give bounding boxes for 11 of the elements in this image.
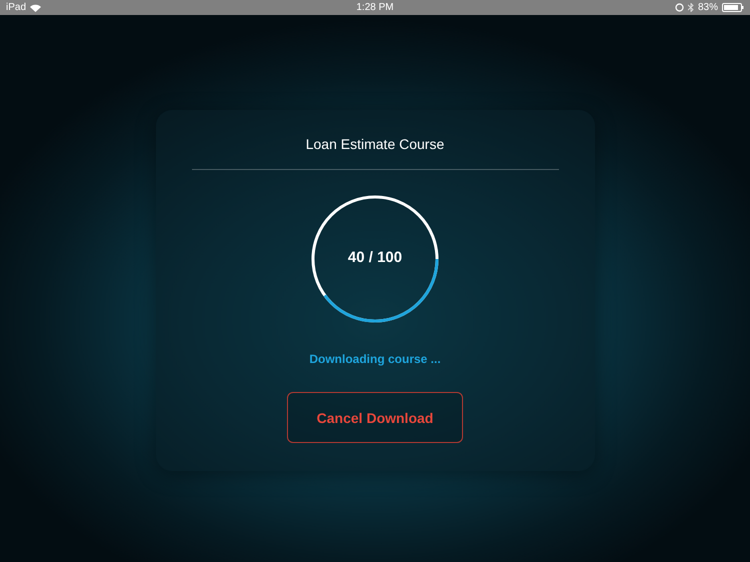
orientation-lock-icon xyxy=(674,3,684,12)
status-message: Downloading course ... xyxy=(309,352,441,366)
wifi-icon xyxy=(30,4,42,12)
bluetooth-icon xyxy=(688,3,694,12)
device-name: iPad xyxy=(6,2,26,13)
clock-time: 1:28 PM xyxy=(356,2,394,13)
dialog-title: Loan Estimate Course xyxy=(306,136,444,154)
battery-icon xyxy=(722,3,744,12)
cancel-download-button[interactable]: Cancel Download xyxy=(287,392,463,443)
battery-percent: 83% xyxy=(698,2,718,13)
progress-count: 40 / 100 xyxy=(346,249,404,266)
